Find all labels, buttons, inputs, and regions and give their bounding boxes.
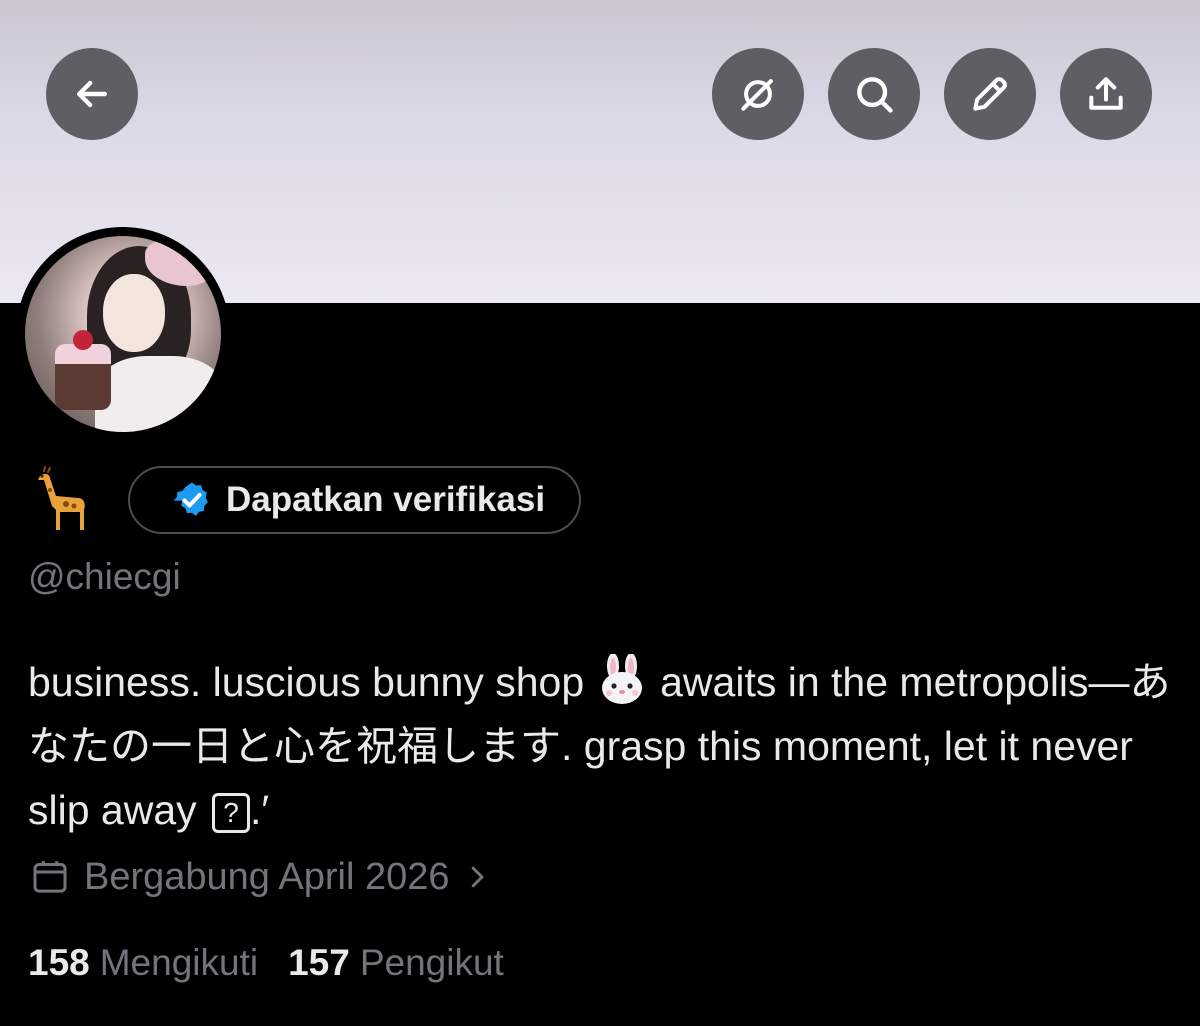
verified-badge-icon	[173, 482, 208, 516]
grok-icon	[741, 79, 773, 111]
joined-date-row[interactable]: Bergabung April 2026	[30, 852, 492, 902]
avatar-image	[25, 236, 221, 432]
followers-link[interactable]: 157 Pengikut	[288, 942, 504, 984]
rabbit-face-emoji	[602, 654, 643, 704]
following-link[interactable]: 158 Mengikuti	[28, 942, 258, 984]
share-icon	[1089, 77, 1123, 110]
back-button[interactable]	[46, 48, 138, 140]
following-label: Mengikuti	[99, 942, 259, 983]
arrow-left-icon	[76, 80, 108, 108]
search-icon	[857, 77, 893, 113]
get-verified-label: Dapatkan verifikasi	[226, 480, 546, 519]
unknown-glyph-box: ?	[212, 793, 251, 833]
pencil-icon	[973, 77, 1007, 111]
joined-date-text: Bergabung April 2026	[84, 855, 450, 898]
followers-count: 157	[288, 942, 350, 983]
profile-page: Dapatkan verifikasi @chiecgi business. l…	[0, 0, 1200, 1026]
share-button[interactable]	[1060, 48, 1152, 140]
profile-handle: @chiecgi	[28, 556, 181, 597]
edit-button[interactable]	[944, 48, 1036, 140]
search-button[interactable]	[828, 48, 920, 140]
chevron-right-icon	[471, 866, 484, 888]
bio-text-part1: business. luscious bunny shop	[28, 659, 585, 705]
avatar[interactable]	[16, 227, 230, 441]
profile-bio: business. luscious bunny shop awaits in …	[28, 650, 1188, 842]
following-count: 158	[28, 942, 90, 983]
bio-text-end: .′	[250, 787, 270, 833]
grok-button[interactable]	[712, 48, 804, 140]
get-verified-button[interactable]: Dapatkan verifikasi	[128, 466, 582, 534]
giraffe-emoji	[38, 466, 85, 530]
followers-label: Pengikut	[359, 942, 504, 983]
follow-stats: 158 Mengikuti 157 Pengikut	[28, 938, 534, 988]
calendar-icon	[33, 861, 67, 893]
display-name-row: Dapatkan verifikasi	[30, 466, 582, 534]
